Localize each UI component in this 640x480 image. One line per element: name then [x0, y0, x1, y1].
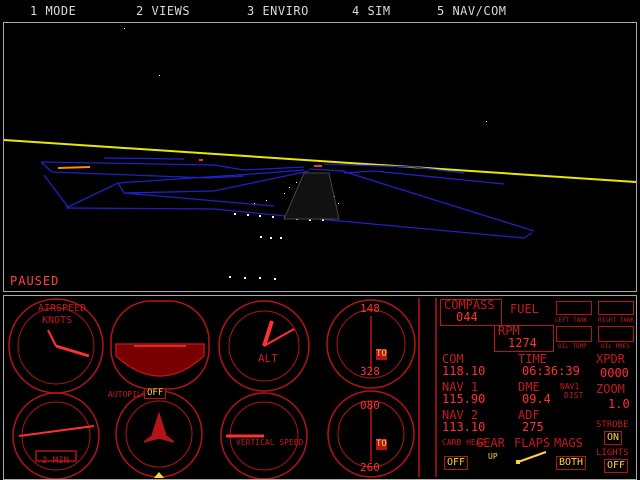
obs1-to-flag: TO: [376, 349, 387, 360]
beacon-left: [199, 159, 203, 161]
mags-label: MAGS: [554, 436, 583, 450]
obs2-to-flag: TO: [376, 439, 387, 450]
altimeter-label: ALT: [258, 352, 278, 365]
dme-dist[interactable]: DIST: [564, 391, 583, 401]
rpm-value: 1274: [508, 336, 537, 350]
heading-bug-bottom: [154, 472, 164, 478]
runway-surface: [283, 172, 340, 220]
heading-indicator: [115, 390, 203, 478]
carb-heat-toggle[interactable]: OFF: [444, 456, 469, 470]
altimeter: [218, 300, 310, 392]
turn-coordinator-label: 2 MIN: [42, 456, 70, 466]
xpdr-label: XPDR: [596, 352, 625, 366]
menu-enviro[interactable]: 3 ENVIRO: [247, 4, 309, 18]
xpdr-value[interactable]: 0000: [600, 367, 629, 379]
oil-press-label: OIL PRES: [601, 343, 630, 350]
vertical-speed-indicator: [220, 392, 308, 479]
menu-bar: 1 MODE 2 VIEWS 3 ENVIRO 4 SIM 5 NAV/COM: [0, 0, 640, 22]
left-tank-gauge: [556, 301, 592, 315]
obs2-top-value: 080: [360, 399, 380, 412]
adf-value[interactable]: 275: [522, 421, 544, 433]
lights-label: LIGHTS: [596, 448, 629, 458]
approach-lights: [57, 166, 91, 169]
time-label: TIME: [518, 352, 547, 366]
menu-views[interactable]: 2 VIEWS: [136, 4, 190, 18]
airspeed-top-label: AIRSPEED: [38, 303, 87, 314]
paused-status: PAUSED: [10, 274, 60, 288]
cockpit-view[interactable]: PAUSED: [3, 22, 637, 292]
time-value[interactable]: 06:36:39: [522, 365, 580, 377]
obs2-bottom-value[interactable]: 260: [360, 462, 380, 473]
rpm-label: RPM: [498, 324, 520, 338]
lights-toggle[interactable]: OFF: [604, 459, 629, 473]
attitude-indicator: [110, 300, 210, 390]
sky-stars: [124, 28, 487, 159]
menu-sim[interactable]: 4 SIM: [352, 4, 391, 18]
strobe-toggle[interactable]: ON: [604, 431, 623, 445]
airspeed-bottom-label: KNOTS: [42, 315, 73, 326]
compass-value: 044: [456, 310, 478, 324]
nav1-label: NAV 1: [442, 380, 479, 394]
vsi-label: VERTICAL SPEED: [236, 438, 304, 447]
dme-label: DME: [518, 380, 540, 394]
zoom-label: ZOOM: [596, 382, 625, 396]
gear-label: GEAR: [476, 436, 505, 450]
strobe-label: STROBE: [596, 420, 629, 430]
flaps-label: FLAPS: [514, 436, 551, 450]
oil-temp-gauge: [556, 326, 592, 342]
autopilot-toggle[interactable]: OFF: [144, 388, 167, 399]
menu-navcom[interactable]: 5 NAV/COM: [437, 4, 507, 18]
fuel-label: FUEL: [510, 302, 539, 316]
flaps-icon[interactable]: [514, 448, 550, 468]
left-tank-label: LEFT TANK: [555, 317, 588, 324]
instrument-panel: AIRSPEED KNOTS ALT VERTICAL SPEED 2 MIN …: [3, 295, 637, 480]
beacon-center: [314, 165, 322, 167]
gear-value[interactable]: UP: [488, 452, 498, 462]
scene: [4, 28, 636, 280]
nav2-value[interactable]: 113.10: [442, 421, 485, 433]
com-label: COM: [442, 352, 464, 366]
mags-toggle[interactable]: BOTH: [556, 456, 587, 470]
zoom-value[interactable]: 1.0: [608, 398, 630, 410]
compass-label: COMPASS: [444, 298, 495, 312]
oil-temp-label: OIL TEMP: [558, 343, 587, 350]
oil-press-gauge: [598, 326, 634, 342]
obs1-bottom-value[interactable]: 328: [360, 366, 380, 377]
adf-label: ADF: [518, 408, 540, 422]
menu-mode[interactable]: 1 MODE: [30, 4, 76, 18]
dme-value: 09.4: [522, 392, 551, 406]
right-tank-gauge: [598, 301, 634, 315]
nav2-label: NAV 2: [442, 408, 479, 422]
com-value[interactable]: 118.10: [442, 365, 485, 377]
obs1-top-value: 148: [360, 302, 380, 315]
nav1-value[interactable]: 115.90: [442, 393, 485, 405]
right-tank-label: RIGHT TANK: [598, 317, 635, 324]
turn-coordinator: [12, 392, 100, 479]
